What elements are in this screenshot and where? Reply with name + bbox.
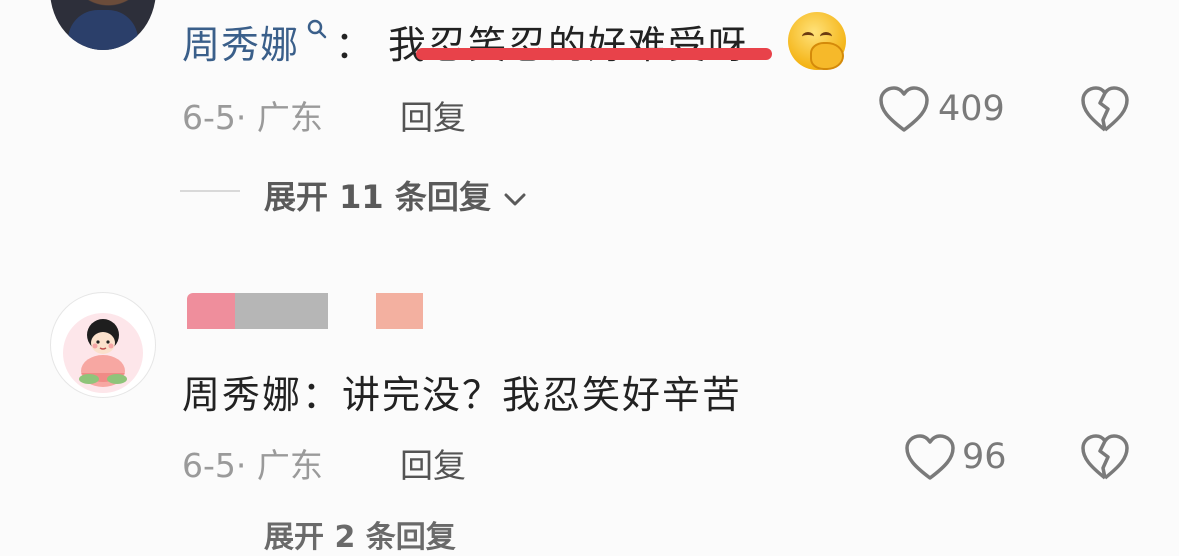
heart-icon[interactable] [904,434,956,486]
highlight-underline [416,48,772,60]
expand-replies-button[interactable]: 展开 2 条回复 [264,512,456,556]
like-count: 409 [938,89,1005,129]
comment-meta: 6-5· 广东 [182,446,323,485]
like-count: 96 [962,437,1007,477]
broken-heart-icon[interactable] [1080,434,1130,486]
redacted-username [235,293,328,329]
grin-emoji-icon [788,12,846,70]
comment-meta: 6-5· 广东 [182,98,323,137]
reply-button[interactable]: 回复 [400,91,466,139]
search-icon[interactable] [299,19,335,46]
comment-text: 我忍笑忍的好难受呀 [388,23,749,67]
broken-heart-icon[interactable] [1080,86,1130,138]
avatar[interactable] [50,0,156,50]
avatar[interactable] [50,292,156,398]
expand-label: 展开 11 条回复 [264,178,491,216]
redacted-username [187,293,235,329]
chevron-down-icon [502,180,528,218]
username[interactable]: 周秀娜 [182,23,299,67]
redacted-badge [376,293,423,329]
comment-text: 周秀娜：讲完没？我忍笑好辛苦 [182,373,743,417]
divider [180,190,240,192]
separator: ： [335,23,374,67]
comment-header: 周秀娜 ： [182,14,373,69]
heart-icon[interactable] [878,86,930,138]
expand-replies-button[interactable]: 展开 11 条回复 [264,172,528,218]
reply-button[interactable]: 回复 [400,439,466,487]
